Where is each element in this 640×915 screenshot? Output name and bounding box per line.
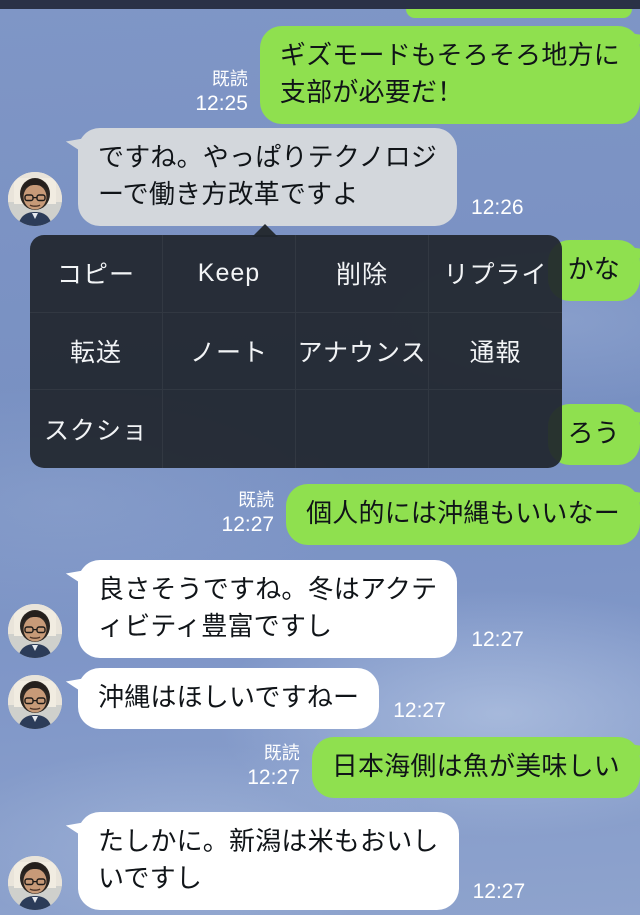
context-menu-item-label: 削除 bbox=[335, 261, 388, 290]
context-menu-item-empty-2 bbox=[296, 390, 429, 468]
message-row-incoming[interactable]: 良さそうですね。冬はアクテ ィビティ豊富ですし 12:27 bbox=[8, 560, 524, 658]
context-menu-item-screenshot[interactable]: スクショ bbox=[30, 390, 163, 468]
context-menu-item-label: スクショ bbox=[43, 417, 148, 446]
context-menu-item-label: 転送 bbox=[69, 338, 122, 367]
context-menu-item-label: リプライ bbox=[443, 261, 548, 290]
message-timestamp: 12:27 bbox=[221, 513, 275, 537]
message-row-outgoing[interactable]: 既読 12:25 ギズモードもそろそろ地方に 支部が必要だ！ bbox=[0, 26, 640, 124]
context-menu-item-label: コピー bbox=[56, 261, 135, 290]
message-meta: 既読 12:27 bbox=[222, 489, 275, 545]
message-timestamp: 12:27 bbox=[471, 627, 524, 651]
message-bubble[interactable]: 沖縄はほしいですねー bbox=[78, 668, 380, 729]
message-bubble[interactable]: たしかに。新潟は米もおいし いですし bbox=[78, 812, 459, 910]
avatar[interactable] bbox=[8, 603, 62, 658]
context-menu-item-empty-1 bbox=[163, 390, 296, 468]
context-menu-item-keep[interactable]: Keep bbox=[163, 235, 296, 313]
message-bubble[interactable]: ギズモードもそろそろ地方に 支部が必要だ！ bbox=[259, 26, 640, 124]
message-row-incoming[interactable]: 沖縄はほしいですねー 12:27 bbox=[8, 668, 446, 729]
avatar[interactable] bbox=[8, 674, 62, 729]
context-menu-item-copy[interactable]: コピー bbox=[30, 235, 163, 313]
context-menu-item-label: Keep bbox=[197, 258, 261, 287]
message-row-incoming[interactable]: たしかに。新潟は米もおいし いですし 12:27 bbox=[8, 812, 525, 910]
message-bubble[interactable]: ですね。やっぱりテクノロジ ーで働き方改革ですよ bbox=[78, 128, 458, 226]
message-bubble[interactable]: 個人的には沖縄もいいなー bbox=[286, 484, 640, 545]
context-menu-grid[interactable]: コピー Keep 削除 リプライ 転送 ノート アナウンス 通報 スクショ bbox=[30, 235, 562, 468]
message-timestamp: 12:27 bbox=[472, 879, 526, 903]
context-menu-item-announce[interactable]: アナウンス bbox=[296, 312, 429, 391]
read-receipt-label: 既読 bbox=[263, 743, 300, 763]
message-timestamp: 12:25 bbox=[195, 91, 248, 115]
avatar[interactable] bbox=[8, 855, 62, 910]
message-bubble[interactable]: 日本海側は魚が美味しい bbox=[311, 737, 640, 798]
message-timestamp: 12:27 bbox=[247, 766, 300, 790]
message-bubble[interactable]: 良さそうですね。冬はアクテ ィビティ豊富ですし bbox=[78, 560, 458, 658]
message-timestamp: 12:26 bbox=[471, 195, 524, 219]
context-menu-item-label: 通報 bbox=[469, 338, 522, 367]
context-menu-item-note[interactable]: ノート bbox=[163, 312, 296, 391]
message-row-incoming[interactable]: ですね。やっぱりテクノロジ ーで働き方改革ですよ 12:26 bbox=[8, 128, 524, 226]
avatar[interactable] bbox=[8, 171, 62, 226]
context-menu-item-delete[interactable]: 削除 bbox=[296, 235, 429, 313]
message-meta: 既読 12:27 bbox=[247, 742, 300, 798]
context-menu-item-label: ノート bbox=[189, 338, 268, 367]
message-bubble-partial-top[interactable] bbox=[406, 9, 632, 18]
message-row-outgoing[interactable]: 既読 12:27 日本海側は魚が美味しい bbox=[0, 737, 640, 798]
message-row-outgoing[interactable]: 既読 12:27 個人的には沖縄もいいなー bbox=[0, 484, 640, 545]
read-receipt-label: 既読 bbox=[238, 490, 275, 510]
context-menu-item-report[interactable]: 通報 bbox=[429, 313, 562, 391]
context-menu-item-label: アナウンス bbox=[297, 338, 427, 367]
context-menu-item-reply[interactable]: リプライ bbox=[429, 235, 562, 313]
line-chat-screen: 既読 12:25 ギズモードもそろそろ地方に 支部が必要だ！ ですね。やっぱりテ… bbox=[0, 0, 640, 915]
message-meta: 既読 12:25 bbox=[195, 68, 248, 124]
context-menu-item-forward[interactable]: 転送 bbox=[30, 312, 163, 391]
context-menu-item-empty-3 bbox=[429, 390, 562, 468]
message-timestamp: 12:27 bbox=[393, 698, 446, 722]
status-bar bbox=[0, 0, 640, 9]
read-receipt-label: 既読 bbox=[211, 68, 248, 89]
